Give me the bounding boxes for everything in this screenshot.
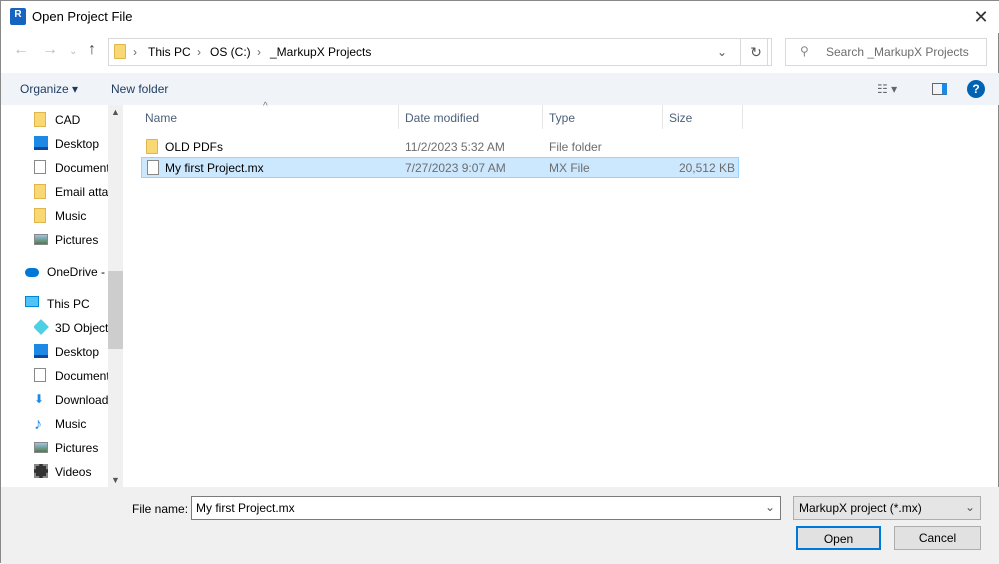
documents-icon <box>34 160 46 174</box>
breadcrumb-this-pc[interactable]: This PC <box>148 45 191 59</box>
sidebar-item[interactable]: 3D Objects <box>34 317 108 339</box>
pictures-icon <box>34 442 48 453</box>
app-icon: R <box>10 8 26 25</box>
sidebar-item-label: 3D Objects <box>55 321 108 335</box>
breadcrumb-os-c[interactable]: OS (C:) <box>210 45 251 59</box>
sidebar-item-label: CAD <box>55 113 81 127</box>
sidebar-item[interactable]: CAD <box>34 109 108 131</box>
documents-icon <box>34 368 46 382</box>
recent-chevron-icon[interactable]: ⌄ <box>69 46 77 57</box>
sidebar-item-label: Desktop <box>55 137 100 151</box>
sidebar-item[interactable]: Pictures <box>34 229 108 251</box>
sidebar-item-label: Email attachments <box>55 185 108 199</box>
sidebar-item[interactable]: Pictures <box>34 437 108 459</box>
sidebar-item[interactable]: Documents <box>34 157 108 179</box>
navigation-pane: CAD Desktop Documents Email attachments Musi… <box>1 105 108 487</box>
sidebar-item-label: Desktop <box>55 345 100 359</box>
computer-icon <box>25 296 39 307</box>
folder-icon <box>34 184 46 199</box>
desktop-icon <box>34 136 48 150</box>
view-options-icon[interactable]: ☷ ▾ <box>877 82 897 96</box>
search-input[interactable]: ⚲ Search _MarkupX Projects <box>785 38 987 66</box>
folder-icon <box>34 112 46 127</box>
sidebar-item[interactable]: OneDrive - <box>25 261 108 283</box>
onedrive-icon <box>25 268 39 277</box>
file-row-selected[interactable]: My first Project.mx 7/27/2023 9:07 AM MX… <box>141 157 739 178</box>
scroll-up-icon[interactable]: ▲ <box>108 107 123 117</box>
back-icon[interactable]: ← <box>13 41 29 59</box>
sidebar-item[interactable]: This PC <box>25 293 108 315</box>
scroll-down-icon[interactable]: ▼ <box>108 475 123 485</box>
sidebar-item[interactable]: Email attachments <box>34 181 108 203</box>
folder-icon <box>146 139 158 154</box>
chevron-down-icon: ⌄ <box>964 500 975 514</box>
sidebar-item[interactable]: Documents <box>34 365 108 387</box>
column-date-modified[interactable]: Date modified <box>405 111 479 125</box>
sidebar-item-label: Documents <box>55 161 108 175</box>
folder-icon <box>114 44 126 59</box>
file-row[interactable]: OLD PDFs 11/2/2023 5:32 AM File folder <box>141 136 739 157</box>
sidebar-item-label: Downloads <box>55 393 108 407</box>
sidebar-item-label: Pictures <box>55 441 99 455</box>
sidebar-item-label: This PC <box>47 297 90 311</box>
column-name[interactable]: Name <box>145 111 177 125</box>
address-dropdown-icon[interactable]: ⌄ <box>717 45 727 59</box>
file-type-select[interactable]: MarkupX project (*.mx) ⌄ <box>793 496 981 520</box>
sidebar-item-label: Music <box>55 417 87 431</box>
folder-icon <box>34 208 46 223</box>
sidebar-item-label: Videos <box>55 465 92 479</box>
sidebar-item[interactable]: ⬇ Downloads <box>34 389 108 411</box>
downloads-icon: ⬇ <box>34 392 45 406</box>
music-icon: ♪ <box>34 416 42 433</box>
open-button[interactable]: Open <box>796 526 881 550</box>
sidebar-item-label: Pictures <box>55 233 99 247</box>
sidebar-item-label: OneDrive - <box>47 265 106 279</box>
preview-pane-icon[interactable] <box>932 83 947 95</box>
new-folder-button[interactable]: New folder <box>111 82 168 96</box>
breadcrumb-markupx[interactable]: _MarkupX Projects <box>270 45 371 59</box>
close-button[interactable]: ✕ <box>963 5 999 29</box>
file-name-input[interactable]: My first Project.mx ⌄ <box>191 496 781 520</box>
forward-icon[interactable]: → <box>42 41 58 59</box>
chevron-down-icon[interactable]: ⌄ <box>765 500 775 514</box>
pictures-icon <box>34 234 48 245</box>
videos-icon <box>34 464 48 478</box>
scrollbar-thumb[interactable] <box>108 271 123 349</box>
sidebar-item[interactable]: Videos <box>34 461 108 483</box>
column-type[interactable]: Type <box>549 111 575 125</box>
up-icon[interactable]: ↑ <box>88 41 96 59</box>
sidebar-item[interactable]: Desktop <box>34 133 108 155</box>
sidebar-item-label: Music <box>55 209 87 223</box>
sidebar-item[interactable]: Music <box>34 205 108 227</box>
title-bar <box>1 1 999 33</box>
sort-ascending-icon: ^ <box>263 101 268 112</box>
help-icon[interactable]: ? <box>967 80 985 98</box>
sidebar-item[interactable]: ♪ Music <box>34 413 108 435</box>
refresh-button[interactable]: ↻ <box>740 38 772 66</box>
search-icon: ⚲ <box>800 44 809 58</box>
desktop-icon <box>34 344 48 358</box>
file-name-label: File name: <box>132 502 189 516</box>
organize-button[interactable]: Organize ▾ <box>20 82 78 96</box>
file-icon <box>147 160 159 175</box>
sidebar-item-label: Documents <box>55 369 108 383</box>
address-bar[interactable]: › This PC › OS (C:) › _MarkupX Projects … <box>108 38 768 66</box>
sidebar-item[interactable]: Desktop <box>34 341 108 363</box>
cancel-button[interactable]: Cancel <box>894 526 981 550</box>
3d-objects-icon <box>34 319 49 335</box>
window-title: Open Project File <box>32 9 133 24</box>
column-size[interactable]: Size <box>669 111 692 125</box>
